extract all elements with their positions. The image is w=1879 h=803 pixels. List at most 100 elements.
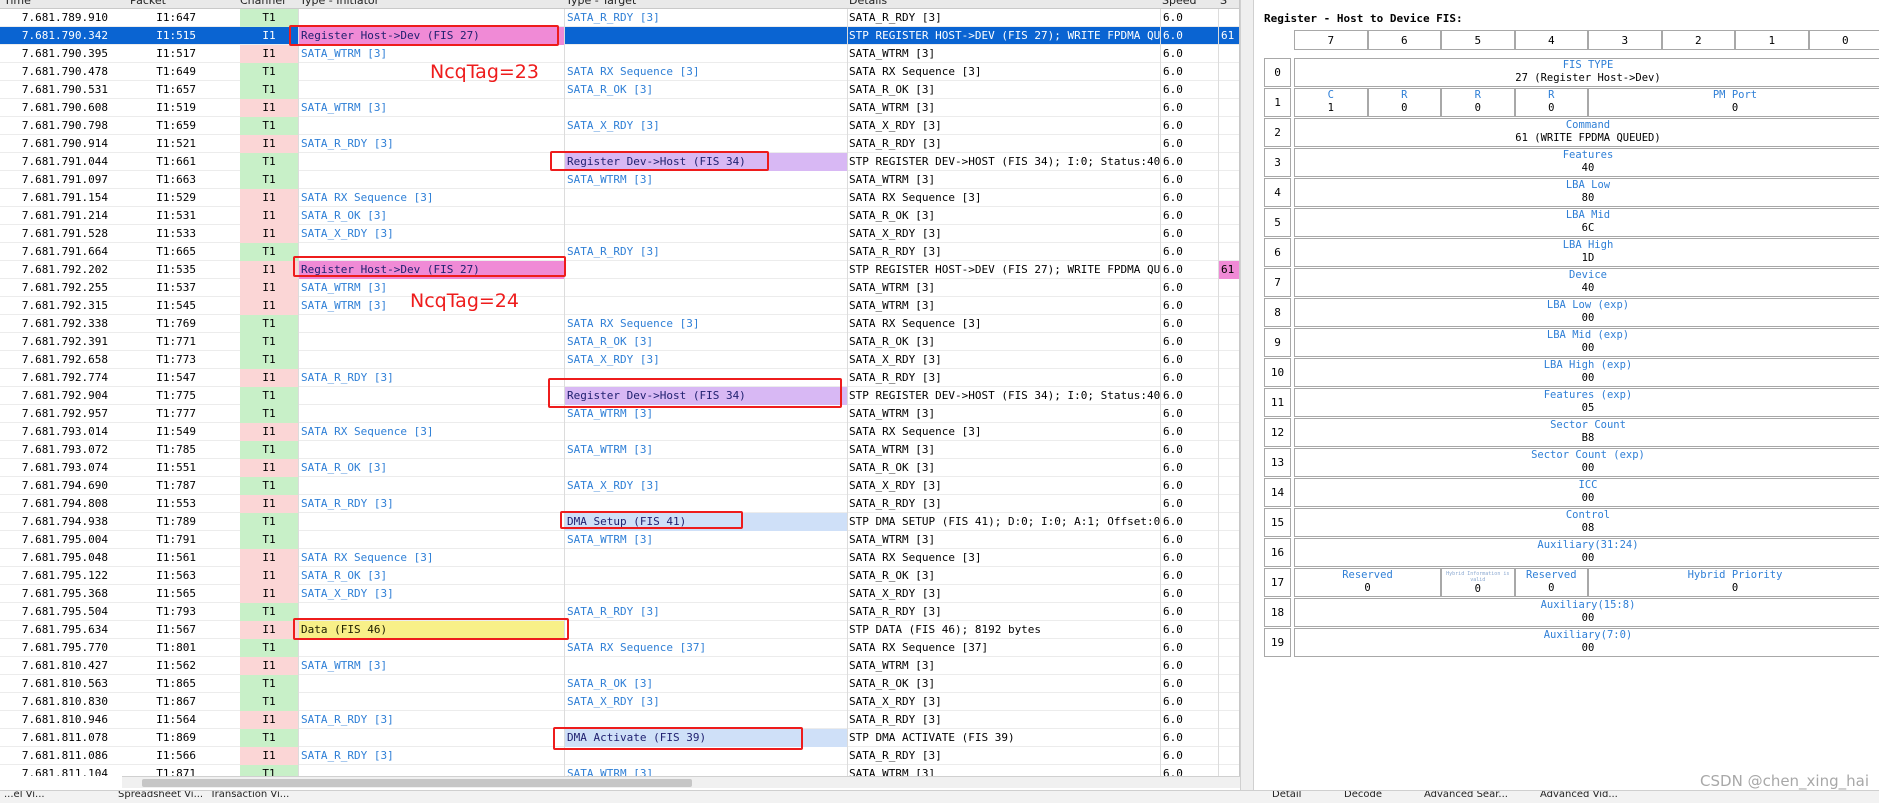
trace-row[interactable]: 7.681.792.202 I1:535 I1 Register Host->Dev …	[0, 261, 1239, 279]
trace-row[interactable]: 7.681.792.774 I1:547 I1 SATA_R_RDY [3] SATA_…	[0, 369, 1239, 387]
trace-row[interactable]: 7.681.792.338 T1:769 T1 SATA RX Sequence [3…	[0, 315, 1239, 333]
trace-row[interactable]: 7.681.810.427 I1:562 I1 SATA_WTRM [3] SATA_W…	[0, 657, 1239, 675]
fis-field[interactable]: ICC 00	[1294, 478, 1879, 507]
trace-row[interactable]: 7.681.790.914 I1:521 I1 SATA_R_RDY [3] SATA_…	[0, 135, 1239, 153]
fis-field[interactable]: LBA Mid 6C	[1294, 208, 1879, 237]
trace-row[interactable]: 7.681.811.086 I1:566 I1 SATA_R_RDY [3] SATA_…	[0, 747, 1239, 765]
trace-row[interactable]: 7.681.791.528 I1:533 I1 SATA_X_RDY [3] SATA_…	[0, 225, 1239, 243]
trace-row[interactable]: 7.681.792.391 T1:771 T1 SATA_R_OK [3] SATA_R…	[0, 333, 1239, 351]
trace-row[interactable]: 7.681.795.634 I1:567 I1 Data (FIS 46) STP DA…	[0, 621, 1239, 639]
initiator-cell	[298, 639, 564, 657]
fis-field[interactable]: Hybrid Priority 0	[1588, 568, 1879, 597]
extra-cell	[1218, 171, 1239, 189]
detail-tab[interactable]: Advanced Vid...	[1540, 791, 1618, 800]
trace-row[interactable]: 7.681.793.072 T1:785 T1 SATA_WTRM [3] SATA_W…	[0, 441, 1239, 459]
trace-row[interactable]: 7.681.790.342 I1:515 I1 Register Host->Dev …	[0, 27, 1239, 45]
fis-field[interactable]: LBA High 1D	[1294, 238, 1879, 267]
trace-row[interactable]: 7.681.795.004 T1:791 T1 SATA_WTRM [3] SATA_W…	[0, 531, 1239, 549]
fis-field[interactable]: Features 40	[1294, 148, 1879, 177]
fis-field[interactable]: Control 08	[1294, 508, 1879, 537]
trace-row[interactable]: 7.681.790.531 T1:657 T1 SATA_R_OK [3] SATA_R…	[0, 81, 1239, 99]
trace-row[interactable]: 7.681.793.014 I1:549 I1 SATA RX Sequence [3…	[0, 423, 1239, 441]
trace-row[interactable]: 7.681.789.910 I1:647 T1 SATA_R_RDY [3] SATA_…	[0, 9, 1239, 27]
column-header[interactable]: Type - Initiator	[300, 0, 379, 7]
fis-field[interactable]: PM Port 0	[1588, 88, 1879, 117]
trace-row[interactable]: 7.681.792.315 I1:545 I1 SATA_WTRM [3] SATA_W…	[0, 297, 1239, 315]
column-header-row[interactable]: Time Packet Channel Type - Initiator Type - …	[0, 0, 1239, 9]
fis-field[interactable]: Sector Count (exp) 00	[1294, 448, 1879, 477]
scrollbar-thumb[interactable]	[142, 779, 692, 787]
trace-row[interactable]: 7.681.795.368 I1:565 I1 SATA_X_RDY [3] SATA_…	[0, 585, 1239, 603]
trace-row[interactable]: 7.681.792.658 T1:773 T1 SATA_X_RDY [3] SATA_…	[0, 351, 1239, 369]
trace-row[interactable]: 7.681.810.830 T1:867 T1 SATA_X_RDY [3] SATA_…	[0, 693, 1239, 711]
view-tab[interactable]: Spreadsheet Vi...	[118, 791, 203, 800]
trace-row[interactable]: 7.681.790.608 I1:519 I1 SATA_WTRM [3] SATA_W…	[0, 99, 1239, 117]
trace-row[interactable]: 7.681.792.255 I1:537 I1 SATA_WTRM [3] SATA_W…	[0, 279, 1239, 297]
fis-field[interactable]: LBA Mid (exp) 00	[1294, 328, 1879, 357]
view-tab[interactable]: ...el Vi...	[4, 791, 45, 800]
fis-field[interactable]: Hybrid Information is valid 0	[1441, 568, 1515, 597]
fis-field[interactable]: R0	[1514, 88, 1588, 117]
fis-field[interactable]: LBA High (exp) 00	[1294, 358, 1879, 387]
column-header[interactable]: S	[1220, 0, 1227, 7]
fis-field[interactable]: Features (exp) 05	[1294, 388, 1879, 417]
fis-field[interactable]: LBA Low 80	[1294, 178, 1879, 207]
detail-tab[interactable]: Decode	[1344, 791, 1382, 800]
column-header[interactable]: Speed	[1162, 0, 1196, 7]
column-header[interactable]: Type - Target	[566, 0, 636, 7]
trace-row[interactable]: 7.681.791.214 I1:531 I1 SATA_R_OK [3] SATA_R…	[0, 207, 1239, 225]
trace-row[interactable]: 7.681.791.154 I1:529 I1 SATA RX Sequence [3…	[0, 189, 1239, 207]
trace-row[interactable]: 7.681.793.074 I1:551 I1 SATA_R_OK [3] SATA_R…	[0, 459, 1239, 477]
packet-id-cell: T1:663	[156, 173, 196, 186]
channel-cell: I1	[240, 657, 298, 675]
trace-row[interactable]: 7.681.790.395 I1:517 I1 SATA_WTRM [3] SATA_W…	[0, 45, 1239, 63]
fis-field[interactable]: Auxiliary(7:0) 00	[1294, 628, 1879, 657]
panel-splitter[interactable]	[1240, 0, 1254, 790]
trace-row[interactable]: 7.681.794.808 I1:553 I1 SATA_R_RDY [3] SATA_…	[0, 495, 1239, 513]
fis-field[interactable]: C1	[1294, 88, 1368, 117]
fis-field[interactable]: R0	[1367, 88, 1441, 117]
trace-row[interactable]: 7.681.792.957 T1:777 T1 SATA_WTRM [3] SATA_W…	[0, 405, 1239, 423]
fis-field[interactable]: LBA Low (exp) 00	[1294, 298, 1879, 327]
fis-field[interactable]: Auxiliary(31:24) 00	[1294, 538, 1879, 567]
trace-row[interactable]: 7.681.790.798 T1:659 T1 SATA_X_RDY [3] SATA_…	[0, 117, 1239, 135]
detail-tab[interactable]: Detail	[1272, 791, 1301, 800]
trace-row[interactable]: 7.681.791.097 T1:663 T1 SATA_WTRM [3] SATA_W…	[0, 171, 1239, 189]
trace-row[interactable]: 7.681.794.938 T1:789 T1 DMA Setup (FIS 41) S…	[0, 513, 1239, 531]
dword-index: 14	[1264, 478, 1291, 507]
trace-row[interactable]: 7.681.795.504 T1:793 T1 SATA_R_RDY [3] SATA_…	[0, 603, 1239, 621]
column-header[interactable]: Time	[4, 0, 31, 7]
trace-row[interactable]: 7.681.795.048 I1:561 I1 SATA RX Sequence [3…	[0, 549, 1239, 567]
view-tab[interactable]: Transaction Vi...	[210, 791, 289, 800]
fis-field[interactable]: Reserved 0	[1514, 568, 1588, 597]
trace-row[interactable]: 7.681.795.122 I1:563 I1 SATA_R_OK [3] SATA_R…	[0, 567, 1239, 585]
trace-row[interactable]: 7.681.810.946 I1:564 I1 SATA_R_RDY [3] SATA_…	[0, 711, 1239, 729]
fis-field[interactable]: Auxiliary(15:8) 00	[1294, 598, 1879, 627]
trace-row[interactable]: 7.681.791.664 T1:665 T1 SATA_R_RDY [3] SATA_…	[0, 243, 1239, 261]
horizontal-scrollbar[interactable]	[122, 776, 1240, 788]
detail-tab[interactable]: Advanced Sear...	[1424, 791, 1508, 800]
column-header[interactable]: Channel	[240, 0, 285, 7]
speed-cell: 6.0	[1160, 747, 1218, 765]
channel-cell: I1	[240, 45, 298, 63]
packet-id-cell: I1:553	[156, 497, 196, 510]
trace-row[interactable]: 7.681.811.104 T1:871 T1 SATA_WTRM [3] SATA_W…	[0, 765, 1239, 776]
fis-field[interactable]: Device 40	[1294, 268, 1879, 297]
trace-row[interactable]: 7.681.790.478 T1:649 T1 SATA RX Sequence [3…	[0, 63, 1239, 81]
column-header[interactable]: Packet	[130, 0, 166, 7]
trace-row[interactable]: 7.681.794.690 T1:787 T1 SATA_X_RDY [3] SATA_…	[0, 477, 1239, 495]
fis-field[interactable]: FIS TYPE 27 (Register Host->Dev)	[1294, 58, 1879, 87]
fis-field[interactable]: Sector Count B8	[1294, 418, 1879, 447]
extra-cell	[1218, 405, 1239, 423]
fis-field[interactable]: Reserved 0	[1294, 568, 1441, 597]
trace-row[interactable]: 7.681.811.078 T1:869 T1 DMA Activate (FIS 3…	[0, 729, 1239, 747]
trace-row[interactable]: 7.681.795.770 T1:801 T1 SATA RX Sequence [3…	[0, 639, 1239, 657]
trace-row[interactable]: 7.681.792.904 T1:775 T1 Register Dev->Host …	[0, 387, 1239, 405]
speed-cell: 6.0	[1160, 333, 1218, 351]
trace-row[interactable]: 7.681.810.563 T1:865 T1 SATA_R_OK [3] SATA_R…	[0, 675, 1239, 693]
timestamp-cell: 7.681.790.395	[21, 47, 108, 60]
fis-field[interactable]: Command 61 (WRITE FPDMA QUEUED)	[1294, 118, 1879, 147]
trace-row[interactable]: 7.681.791.044 T1:661 T1 Register Dev->Host …	[0, 153, 1239, 171]
column-header[interactable]: Details	[849, 0, 887, 7]
fis-field[interactable]: R0	[1441, 88, 1515, 117]
